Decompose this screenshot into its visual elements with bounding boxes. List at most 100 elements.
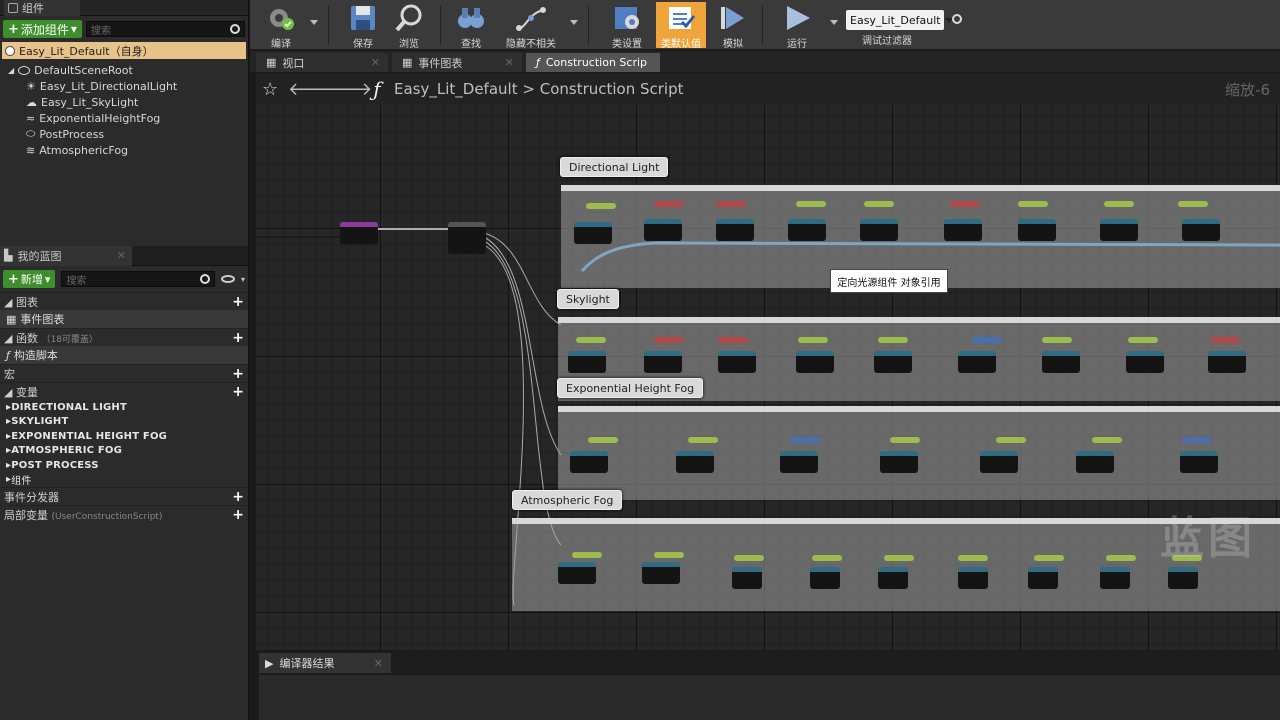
play-button[interactable]: 运行 bbox=[776, 2, 818, 50]
function-node[interactable] bbox=[880, 451, 918, 473]
function-node[interactable] bbox=[570, 451, 608, 473]
tree-item-default-scene-root[interactable]: ◢ DefaultSceneRoot bbox=[0, 62, 248, 78]
compiler-results-tab[interactable]: ▶ 编译器结果 ✕ bbox=[259, 653, 391, 673]
components-tab[interactable]: 组件 bbox=[4, 0, 80, 16]
tree-item-exponential-height-fog[interactable]: ≈ ExponentialHeightFog bbox=[0, 110, 248, 126]
function-node[interactable] bbox=[718, 351, 756, 373]
function-node[interactable] bbox=[732, 567, 762, 589]
variable-getter-node[interactable] bbox=[890, 437, 920, 443]
variable-getter-node[interactable] bbox=[654, 552, 684, 558]
add-local-variable-icon[interactable]: + bbox=[232, 507, 244, 523]
function-node[interactable] bbox=[796, 351, 834, 373]
tree-item-directional-light[interactable]: ☀ Easy_Lit_DirectionalLight bbox=[0, 78, 248, 94]
close-icon[interactable]: ✕ bbox=[117, 249, 126, 262]
variable-getter-node[interactable] bbox=[654, 337, 684, 343]
variable-getter-node[interactable] bbox=[972, 337, 1002, 343]
add-variable-icon[interactable]: + bbox=[232, 384, 244, 400]
compile-button[interactable]: 编译 bbox=[258, 2, 304, 50]
chevron-down-icon[interactable]: ▾ bbox=[241, 275, 245, 284]
function-node[interactable] bbox=[574, 222, 612, 244]
function-node[interactable] bbox=[642, 562, 680, 584]
tree-item-skylight[interactable]: ☁ Easy_Lit_SkyLight bbox=[0, 94, 248, 110]
components-search-input[interactable]: 搜索 bbox=[85, 21, 245, 37]
section-local-variables[interactable]: 局部变量 (UserConstructionScript) + bbox=[0, 505, 248, 523]
variable-getter-node[interactable] bbox=[958, 555, 988, 561]
variable-getter-node[interactable] bbox=[878, 337, 908, 343]
tree-item-post-process[interactable]: ⬭ PostProcess bbox=[0, 126, 248, 142]
variable-getter-node[interactable] bbox=[950, 201, 980, 207]
variable-getter-node[interactable] bbox=[1106, 555, 1136, 561]
variable-getter-node[interactable] bbox=[790, 437, 820, 443]
close-icon[interactable]: ✕ bbox=[371, 56, 380, 69]
add-component-button[interactable]: + 添加组件 ▾ bbox=[3, 20, 82, 38]
variable-getter-node[interactable] bbox=[586, 203, 616, 209]
variable-getter-node[interactable] bbox=[864, 201, 894, 207]
variable-getter-node[interactable] bbox=[996, 437, 1026, 443]
variable-category[interactable]: ▸ EXPONENTIAL HEIGHT FOG bbox=[0, 429, 248, 444]
function-node[interactable] bbox=[1168, 567, 1198, 589]
function-node[interactable] bbox=[644, 219, 682, 241]
class-defaults-button[interactable]: 类默认值 bbox=[656, 2, 706, 50]
variable-getter-node[interactable] bbox=[1034, 555, 1064, 561]
debug-find-icon[interactable] bbox=[952, 14, 962, 24]
function-node[interactable] bbox=[1208, 351, 1246, 373]
save-button[interactable]: 保存 bbox=[342, 2, 384, 50]
sequence-node[interactable] bbox=[448, 222, 486, 254]
tab-viewport[interactable]: ▦ 视口 ✕ bbox=[256, 53, 388, 72]
hide-unrelated-caret[interactable] bbox=[570, 20, 578, 25]
function-node[interactable] bbox=[676, 451, 714, 473]
variable-getter-node[interactable] bbox=[1018, 201, 1048, 207]
variable-getter-node[interactable] bbox=[654, 201, 684, 207]
variable-getter-node[interactable] bbox=[1178, 201, 1208, 207]
compile-options-caret[interactable] bbox=[310, 20, 318, 25]
graph-canvas[interactable]: Directional Light Skylight Exponential H… bbox=[256, 105, 1280, 650]
variable-getter-node[interactable] bbox=[734, 555, 764, 561]
variable-getter-node[interactable] bbox=[796, 201, 826, 207]
section-functions[interactable]: ◢ 函数 （18可覆盖） + bbox=[0, 328, 248, 346]
add-macro-icon[interactable]: + bbox=[232, 366, 244, 382]
variable-category[interactable]: ▸ 组件 bbox=[0, 473, 248, 487]
breadcrumb-root[interactable]: Easy_Lit_Default bbox=[394, 80, 518, 98]
function-node[interactable] bbox=[780, 451, 818, 473]
close-icon[interactable]: ✕ bbox=[505, 56, 514, 69]
construction-script-item[interactable]: ƒ 构造脚本 bbox=[0, 346, 248, 364]
function-node[interactable] bbox=[1042, 351, 1080, 373]
section-variables[interactable]: ◢ 变量 + bbox=[0, 382, 248, 400]
self-component-item[interactable]: Easy_Lit_Default（自身） bbox=[2, 42, 246, 59]
function-node[interactable] bbox=[958, 567, 988, 589]
comment-title[interactable]: Skylight bbox=[557, 289, 619, 309]
function-node[interactable] bbox=[568, 351, 606, 373]
my-blueprint-search-input[interactable]: 搜索 bbox=[61, 271, 215, 287]
variable-getter-node[interactable] bbox=[1182, 437, 1212, 443]
event-graph-item[interactable]: ▦ 事件图表 bbox=[0, 310, 248, 328]
function-node[interactable] bbox=[1100, 567, 1130, 589]
tab-event-graph[interactable]: ▦ 事件图表 ✕ bbox=[392, 53, 522, 72]
variable-getter-node[interactable] bbox=[1092, 437, 1122, 443]
construction-script-entry-node[interactable] bbox=[340, 222, 378, 244]
function-node[interactable] bbox=[944, 219, 982, 241]
section-macros[interactable]: 宏 + bbox=[0, 364, 248, 382]
function-node[interactable] bbox=[1126, 351, 1164, 373]
back-arrow-icon[interactable]: 🡐 bbox=[288, 79, 336, 100]
find-button[interactable]: 查找 bbox=[450, 2, 492, 50]
function-node[interactable] bbox=[874, 351, 912, 373]
close-icon[interactable]: ✕ bbox=[374, 657, 383, 670]
function-node[interactable] bbox=[716, 219, 754, 241]
variable-getter-node[interactable] bbox=[588, 437, 618, 443]
function-node[interactable] bbox=[1018, 219, 1056, 241]
variable-category[interactable]: ▸ ATMOSPHERIC FOG bbox=[0, 444, 248, 459]
comment-box-exponential-height-fog[interactable] bbox=[558, 406, 1280, 500]
add-graph-icon[interactable]: + bbox=[232, 294, 244, 310]
function-node[interactable] bbox=[558, 562, 596, 584]
variable-category[interactable]: ▸ DIRECTIONAL LIGHT bbox=[0, 400, 248, 415]
variable-getter-node[interactable] bbox=[812, 555, 842, 561]
favorite-star-icon[interactable]: ☆ bbox=[262, 79, 288, 100]
function-node[interactable] bbox=[1100, 219, 1138, 241]
tree-item-atmospheric-fog[interactable]: ≋ AtmosphericFog bbox=[0, 142, 248, 158]
tab-construction-script[interactable]: ƒ Construction Scrip bbox=[526, 53, 660, 72]
add-dispatcher-icon[interactable]: + bbox=[232, 489, 244, 505]
variable-getter-node[interactable] bbox=[1210, 337, 1240, 343]
variable-getter-node[interactable] bbox=[884, 555, 914, 561]
function-node[interactable] bbox=[860, 219, 898, 241]
function-node[interactable] bbox=[1180, 451, 1218, 473]
